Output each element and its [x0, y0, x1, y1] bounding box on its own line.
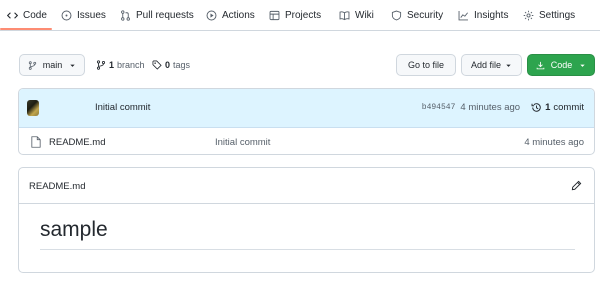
go-to-file-button[interactable]: Go to file — [396, 54, 456, 76]
go-to-file-label: Go to file — [407, 60, 445, 70]
tag-count: 0 — [165, 60, 171, 70]
file-row[interactable]: README.md Initial commit 4 minutes ago — [19, 129, 594, 154]
commit-sha[interactable]: b494547 — [422, 103, 456, 112]
commit-count: 1 — [545, 102, 551, 113]
pull-request-icon — [121, 10, 130, 21]
avatar[interactable] — [27, 100, 39, 116]
issue-icon — [61, 10, 72, 21]
branch-count-link[interactable]: 1 branch — [96, 54, 145, 76]
file-commit-message[interactable]: Initial commit — [215, 137, 270, 148]
tab-insights[interactable]: Insights — [458, 0, 508, 31]
tab-security-label: Security — [407, 10, 444, 21]
branch-icon — [28, 60, 36, 70]
tab-projects-label: Projects — [285, 10, 322, 21]
tab-issues-label: Issues — [77, 10, 106, 21]
latest-commit-message[interactable]: Initial commit — [95, 102, 150, 113]
gear-icon — [523, 10, 534, 21]
branch-icon — [96, 60, 106, 70]
shield-icon — [391, 10, 402, 21]
graph-icon — [458, 11, 468, 21]
tag-icon — [152, 60, 162, 70]
pencil-icon[interactable] — [571, 180, 582, 191]
tab-insights-label: Insights — [474, 10, 509, 21]
heading-divider — [40, 249, 575, 250]
file-list-box: Initial commit b494547 4 minutes ago 1 c… — [18, 88, 595, 155]
download-icon — [536, 61, 545, 69]
commit-count-label: commit — [553, 102, 584, 113]
readme-box: README.md sample — [18, 167, 595, 273]
add-file-button[interactable]: Add file — [461, 54, 522, 76]
branch-selector-button[interactable]: main — [19, 54, 85, 76]
tab-security[interactable]: Security — [391, 0, 443, 31]
tab-settings[interactable]: Settings — [523, 0, 575, 31]
readme-header: README.md — [19, 168, 594, 204]
repo-tab-bar: Code Issues Pull requests Actions Projec… — [0, 0, 600, 31]
code-button-label: Code — [550, 60, 573, 70]
code-icon — [7, 12, 18, 19]
chevron-down-icon — [70, 64, 75, 67]
tag-count-link[interactable]: 0 tags — [152, 54, 190, 76]
tab-code[interactable]: Code — [7, 0, 47, 31]
table-icon — [269, 10, 280, 21]
tab-code-label: Code — [23, 10, 47, 21]
commit-age: 4 minutes ago — [460, 102, 521, 113]
tab-pull-requests-label: Pull requests — [136, 10, 194, 21]
active-tab-indicator — [0, 28, 52, 30]
latest-commit-row: Initial commit b494547 4 minutes ago 1 c… — [19, 89, 594, 128]
tab-actions-label: Actions — [222, 10, 255, 21]
tab-issues[interactable]: Issues — [61, 0, 106, 31]
branch-text: branch — [117, 60, 145, 70]
tab-actions[interactable]: Actions — [206, 0, 255, 31]
chevron-down-icon — [580, 64, 585, 67]
readme-filename[interactable]: README.md — [29, 181, 85, 192]
latest-commit-meta: b494547 4 minutes ago 1 commit — [422, 102, 584, 113]
file-name[interactable]: README.md — [49, 137, 105, 148]
play-icon — [206, 10, 217, 21]
tab-settings-label: Settings — [539, 10, 576, 21]
commit-history-link[interactable]: 1 commit — [531, 102, 584, 113]
branch-count: 1 — [109, 60, 115, 70]
branch-name: main — [42, 60, 63, 70]
tab-projects[interactable]: Projects — [269, 0, 321, 31]
code-dropdown-button[interactable]: Code — [527, 54, 595, 76]
add-file-label: Add file — [470, 60, 502, 70]
file-icon — [31, 136, 41, 148]
tab-wiki[interactable]: Wiki — [339, 0, 374, 31]
tab-pull-requests[interactable]: Pull requests — [120, 0, 194, 31]
tab-wiki-label: Wiki — [355, 10, 374, 21]
tag-text: tags — [173, 60, 191, 70]
readme-heading: sample — [40, 218, 108, 241]
book-icon — [339, 11, 350, 21]
chevron-down-icon — [506, 64, 511, 67]
history-icon — [531, 103, 541, 112]
file-age: 4 minutes ago — [524, 137, 584, 148]
